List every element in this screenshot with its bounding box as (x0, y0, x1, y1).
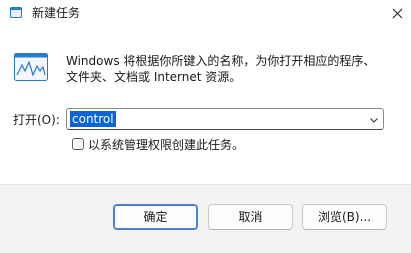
admin-checkbox-label[interactable]: 以系统管理权限创建此任务。 (88, 137, 244, 153)
close-button[interactable] (387, 3, 407, 23)
open-input[interactable]: control (70, 111, 116, 127)
open-combobox[interactable]: control (66, 108, 384, 130)
close-icon (392, 8, 402, 18)
description-line-2: 文件夹、文档或 Internet 资源。 (66, 70, 242, 84)
run-program-icon (14, 53, 48, 81)
run-dialog: 新建任务 Windows 将根据你所键入的名称，为你打开相应的程序、 文件夹、文… (0, 0, 411, 253)
run-dialog-icon (10, 7, 22, 18)
cancel-button[interactable]: 取消 (208, 204, 293, 230)
title-bar[interactable]: 新建任务 (0, 0, 411, 26)
ok-button[interactable]: 确定 (113, 204, 198, 230)
open-label: 打开(O): (13, 113, 60, 127)
description-line-1: Windows 将根据你所键入的名称，为你打开相应的程序、 (66, 54, 376, 68)
window-title: 新建任务 (32, 6, 81, 20)
admin-checkbox[interactable] (72, 138, 84, 150)
chevron-down-icon[interactable] (369, 114, 379, 124)
browse-button[interactable]: 浏览(B)... (302, 204, 387, 230)
